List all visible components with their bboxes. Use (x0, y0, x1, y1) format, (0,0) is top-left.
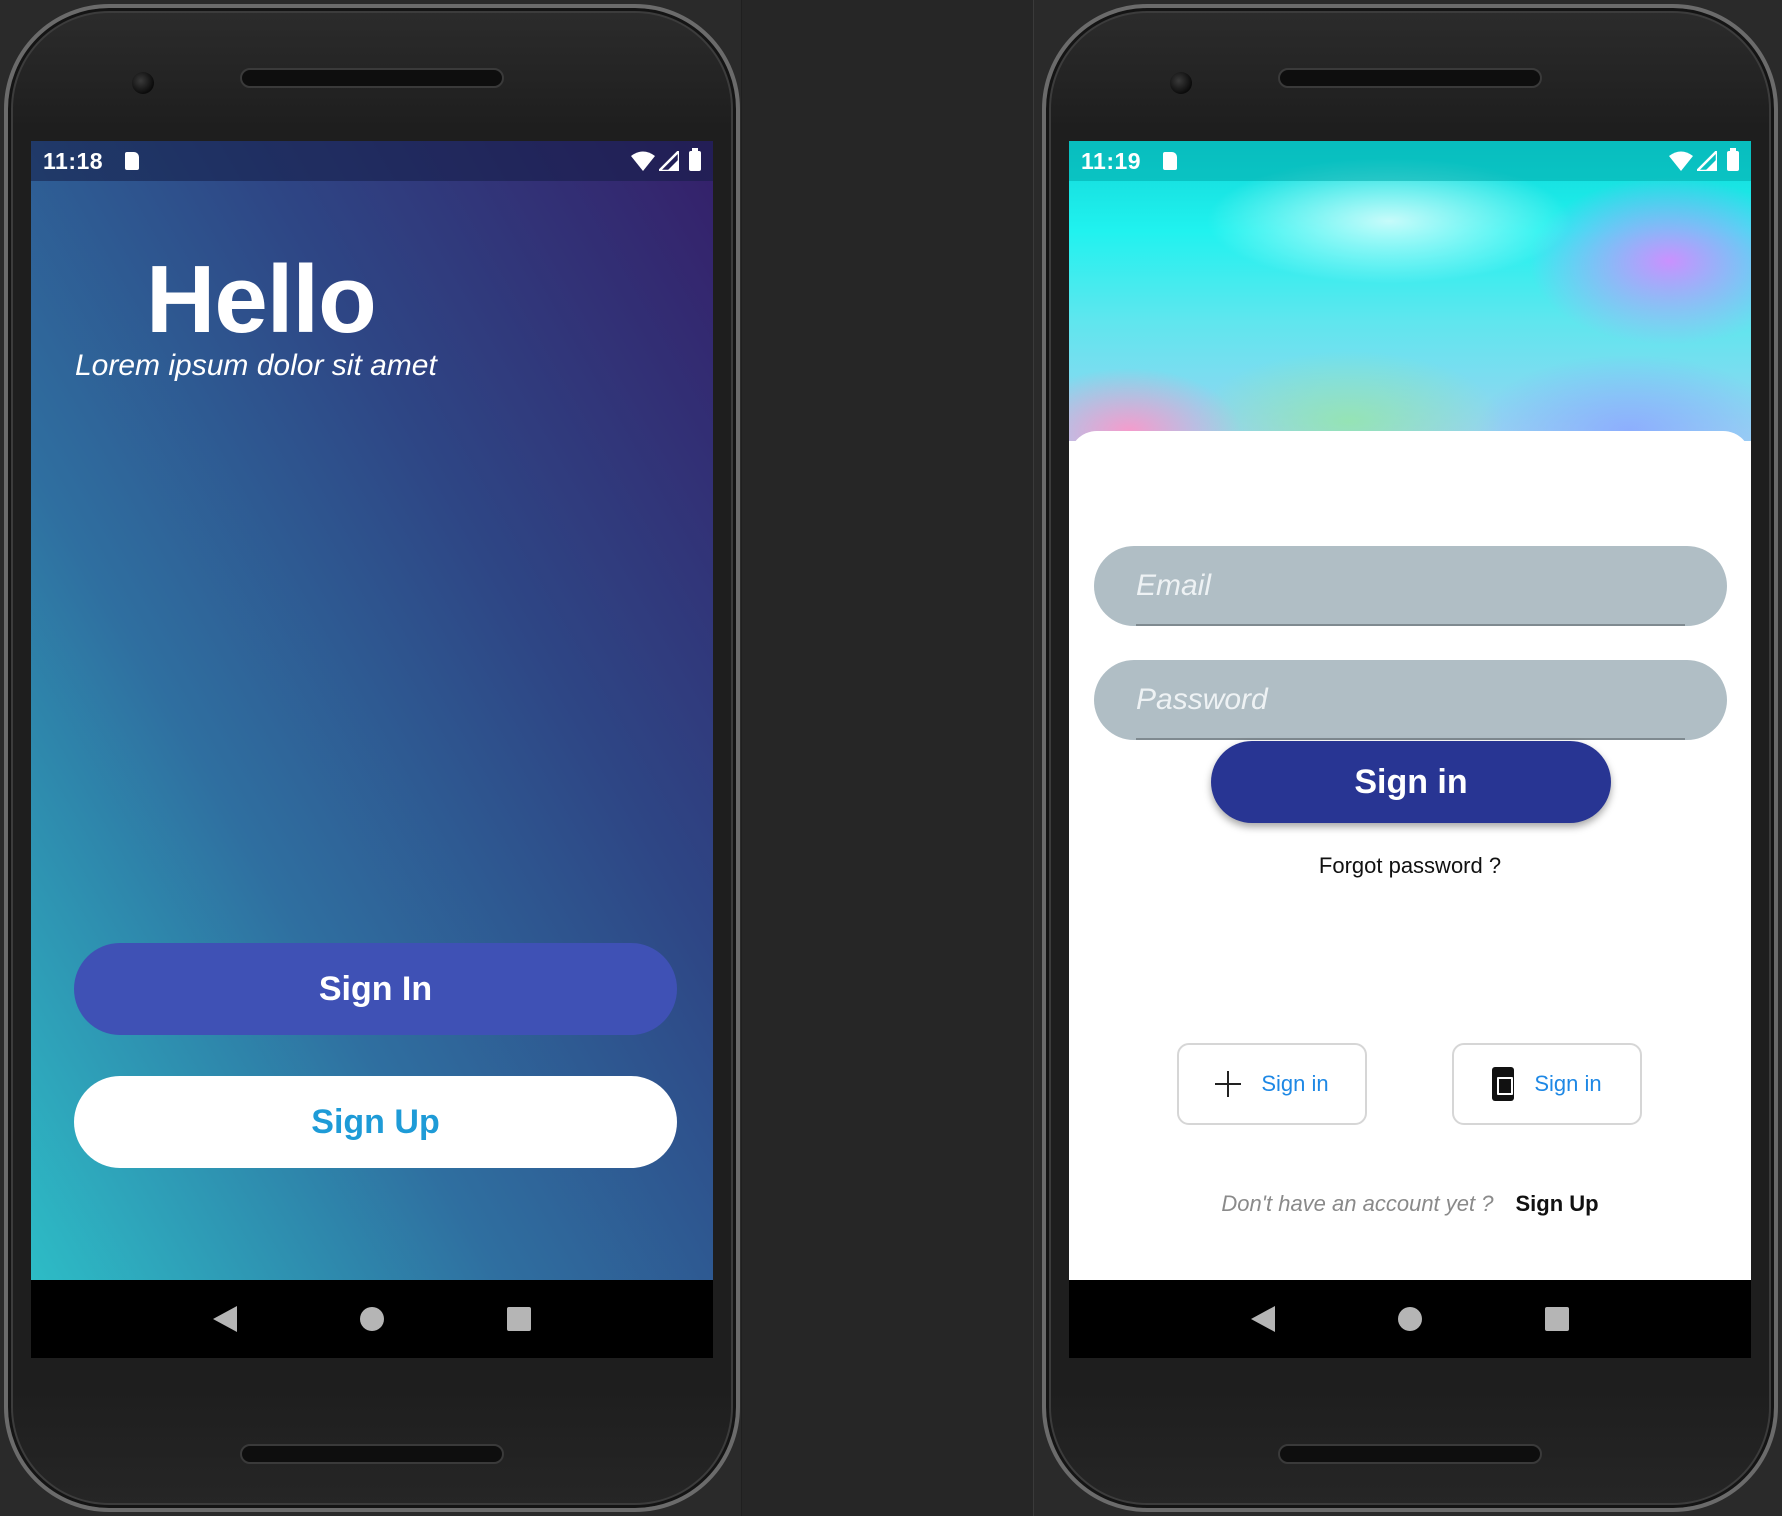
login-screen: 11:19 Email Password Sign in Forgot pass… (1069, 141, 1751, 1280)
sign-in-button[interactable]: Sign In (74, 943, 677, 1035)
sign-in-phone-button[interactable]: Sign in (1452, 1043, 1642, 1125)
password-placeholder: Password (1136, 683, 1268, 716)
phone-frame-left: 11:18 Hello Lorem ipsum dolor sit amet S… (4, 4, 740, 1512)
no-account-text: Don't have an account yet ? (1221, 1191, 1494, 1216)
nav-bar (31, 1280, 713, 1358)
emulator-stage: 11:18 Hello Lorem ipsum dolor sit amet S… (0, 0, 1782, 1516)
sign-up-button[interactable]: Sign Up (74, 1076, 677, 1168)
sd-card-icon (1163, 152, 1178, 170)
password-field[interactable]: Password (1094, 660, 1727, 740)
battery-icon (1727, 148, 1739, 171)
back-icon[interactable] (212, 1306, 237, 1332)
divider-panel (741, 0, 1034, 1516)
sign-in-button[interactable]: Sign in (1211, 741, 1611, 823)
sd-card-icon (125, 152, 140, 170)
recent-apps-icon[interactable] (507, 1307, 532, 1331)
sign-up-link[interactable]: Sign Up (1515, 1191, 1598, 1217)
forgot-password-link[interactable]: Forgot password ? (1069, 853, 1751, 879)
home-icon[interactable] (1397, 1307, 1422, 1331)
battery-icon (689, 148, 701, 171)
earpiece-speaker (1278, 68, 1542, 88)
welcome-screen: 11:18 Hello Lorem ipsum dolor sit amet S… (31, 141, 713, 1280)
phone-frame-right: 11:19 Email Password Sign in Forgot pass… (1042, 4, 1778, 1512)
nav-bar (1069, 1280, 1751, 1358)
signup-prompt: Don't have an account yet ? Sign Up (1069, 1191, 1751, 1217)
status-time: 11:19 (1081, 147, 1142, 174)
status-icons (1669, 148, 1739, 171)
front-camera (132, 72, 154, 94)
front-camera (1170, 72, 1192, 94)
cell-signal-icon (1697, 151, 1717, 171)
phone-icon (1492, 1067, 1515, 1101)
screen-left: 11:18 Hello Lorem ipsum dolor sit amet S… (31, 141, 713, 1358)
bottom-speaker (240, 1444, 504, 1464)
earpiece-speaker (240, 68, 504, 88)
plus-icon (1215, 1071, 1242, 1097)
social-sign-in-label: Sign in (1261, 1071, 1329, 1096)
wifi-icon (631, 151, 655, 171)
email-field[interactable]: Email (1094, 546, 1727, 626)
status-bar: 11:19 (1069, 141, 1751, 181)
cell-signal-icon (659, 151, 679, 171)
hello-title: Hello (146, 246, 377, 353)
wifi-icon (1669, 151, 1693, 171)
social-sign-in-label: Sign in (1534, 1071, 1602, 1096)
status-time: 11:18 (43, 147, 104, 174)
status-icons (631, 148, 701, 171)
email-placeholder: Email (1136, 569, 1212, 602)
back-icon[interactable] (1250, 1306, 1275, 1332)
hero-background-image (1069, 141, 1751, 441)
screen-right: 11:19 Email Password Sign in Forgot pass… (1069, 141, 1751, 1358)
home-icon[interactable] (359, 1307, 384, 1331)
recent-apps-icon[interactable] (1545, 1307, 1570, 1331)
sign-in-plus-button[interactable]: Sign in (1177, 1043, 1367, 1125)
login-card: Email Password Sign in Forgot password ?… (1069, 431, 1751, 1280)
hello-subtitle: Lorem ipsum dolor sit amet (75, 349, 437, 382)
bottom-speaker (1278, 1444, 1542, 1464)
status-bar: 11:18 (31, 141, 713, 181)
